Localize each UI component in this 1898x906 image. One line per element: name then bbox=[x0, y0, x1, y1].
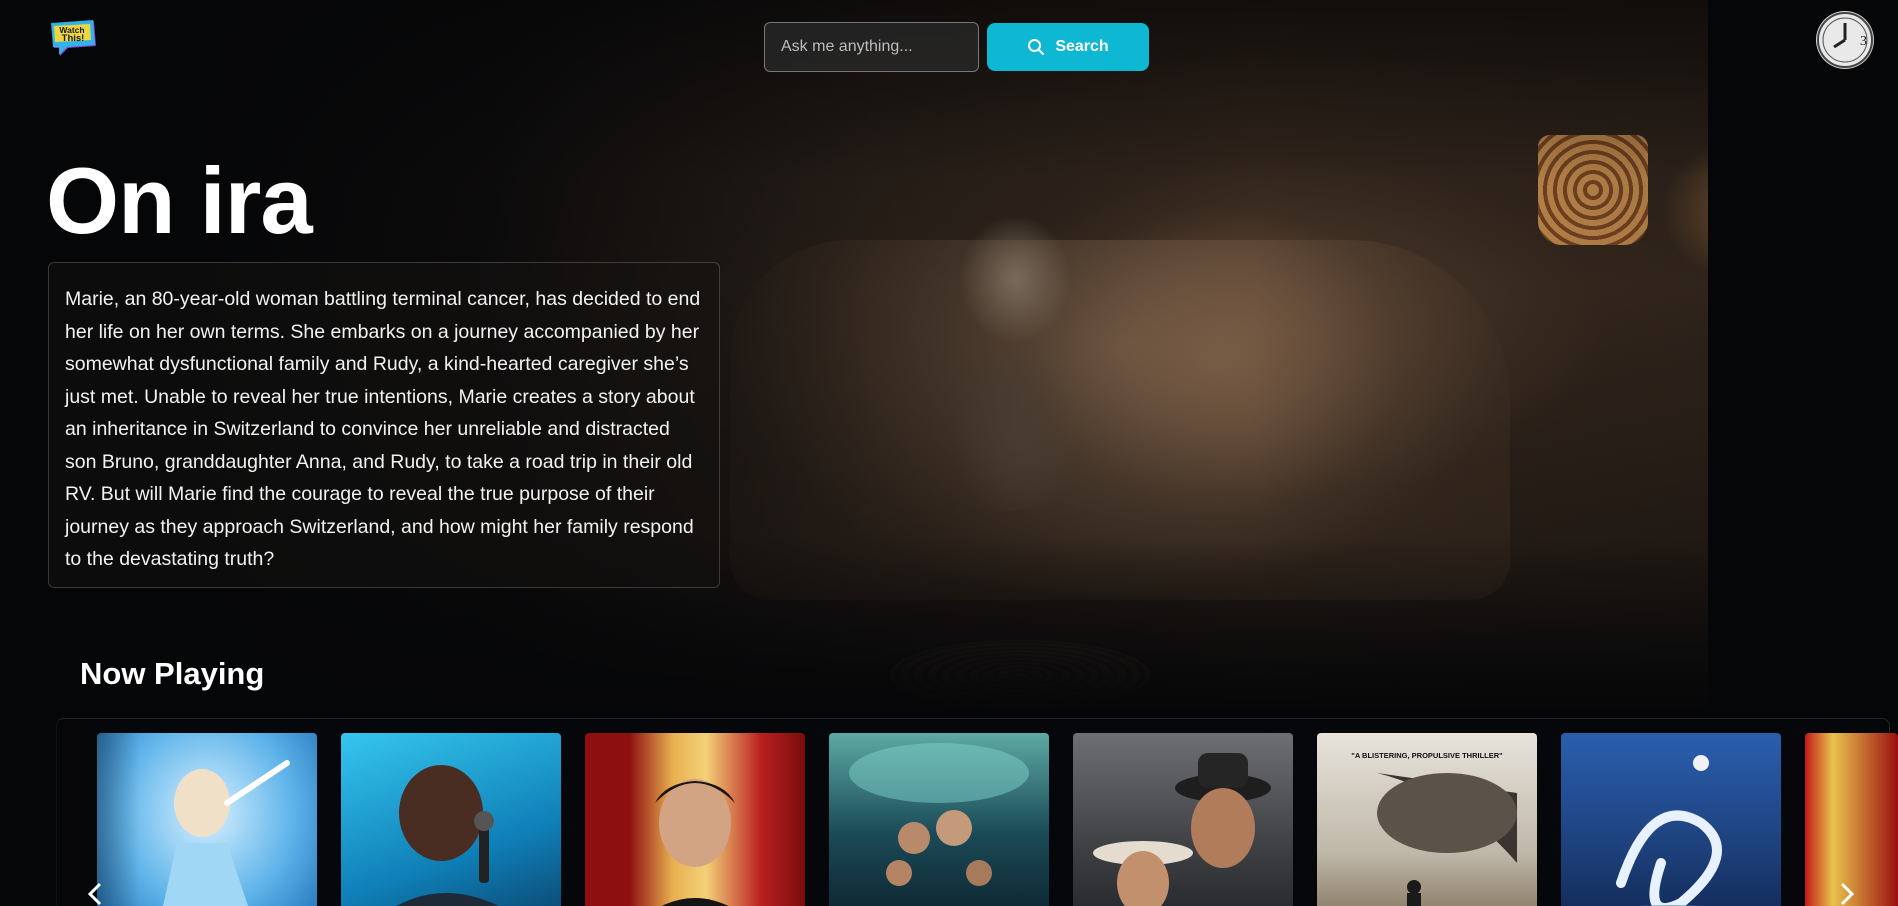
hero-title: On ira bbox=[46, 148, 313, 253]
logo-text-line2: This! bbox=[62, 33, 85, 44]
poster-neverending-story-art bbox=[1616, 755, 1722, 906]
search-icon bbox=[1028, 39, 1045, 55]
carousel-next-button[interactable] bbox=[1838, 880, 1856, 906]
chevron-right-icon bbox=[1840, 882, 1855, 906]
poster-cowboys-art bbox=[1093, 753, 1271, 906]
avatar-badge: 3 bbox=[1860, 34, 1867, 49]
poster-comedian-mic-art bbox=[396, 765, 499, 906]
hero-art-sofa bbox=[730, 240, 1510, 600]
poster-comedian-curtain[interactable] bbox=[585, 733, 805, 906]
carousel-fade-left bbox=[0, 720, 140, 906]
now-playing-heading: Now Playing bbox=[80, 656, 265, 691]
poster-thriller[interactable]: "A BLISTERING, PROPULSIVE THRILLER" bbox=[1317, 733, 1537, 906]
hero-art-rug bbox=[890, 640, 1150, 710]
logo-icon: Watch This! bbox=[51, 20, 96, 56]
search-button[interactable]: Search bbox=[987, 23, 1149, 71]
search-input[interactable] bbox=[764, 22, 979, 72]
hero-art-lamp bbox=[1538, 135, 1648, 245]
poster-family-adventure-art bbox=[849, 743, 1029, 886]
carousel-prev-button[interactable] bbox=[86, 880, 104, 906]
app-logo[interactable]: Watch This! bbox=[48, 18, 100, 58]
poster-cowboys[interactable] bbox=[1073, 733, 1293, 906]
poster-family-adventure[interactable] bbox=[829, 733, 1049, 906]
hero-art-character bbox=[940, 180, 1090, 510]
chevron-left-icon bbox=[87, 882, 102, 906]
poster-neverending-story[interactable] bbox=[1561, 733, 1781, 906]
hero-description: Marie, an 80-year-old woman battling ter… bbox=[48, 262, 720, 588]
avatar-icon: 3 bbox=[1817, 12, 1873, 68]
poster-comedian-curtain-art bbox=[655, 779, 735, 906]
poster-comedian-mic[interactable] bbox=[341, 733, 561, 906]
poster-thriller-art bbox=[1377, 773, 1517, 906]
user-avatar[interactable]: 3 bbox=[1816, 11, 1874, 69]
search-button-label: Search bbox=[1055, 38, 1109, 55]
hero-description-text: Marie, an 80-year-old woman battling ter… bbox=[65, 288, 701, 570]
